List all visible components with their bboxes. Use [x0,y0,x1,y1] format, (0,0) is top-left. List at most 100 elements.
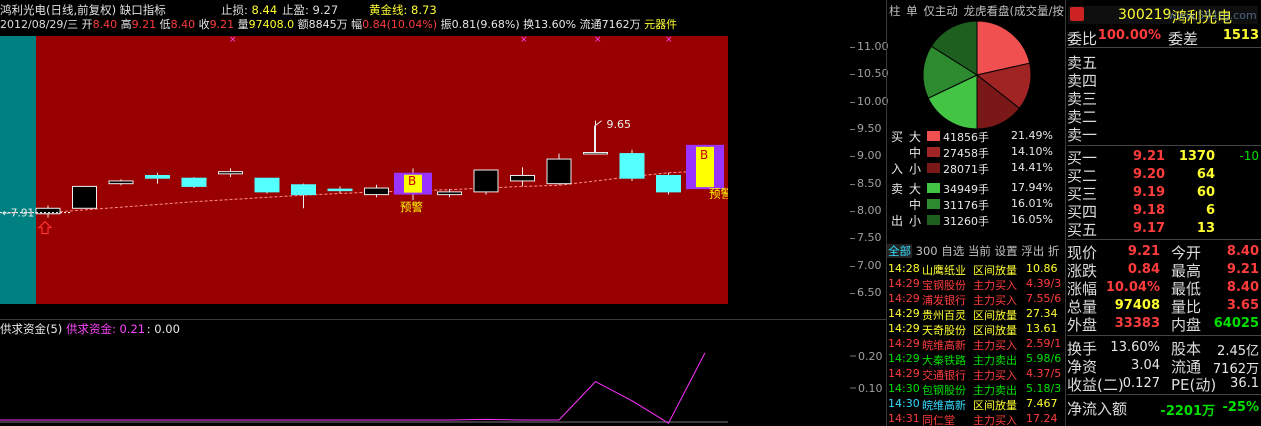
candle-body [437,191,462,196]
quote-stat-label: 收益(二) [1067,376,1124,394]
axis-tick-mark [850,238,855,240]
alert-value: 4.39/3 [1026,277,1062,290]
bid-volume: 1370 [1178,149,1215,164]
price-axis-tick: 6.50 [857,286,882,300]
alert-action: 区间放量 [973,264,1017,277]
warning-label: 预警 [709,186,728,200]
alert-time: 14:29 [888,292,920,305]
tab-single[interactable]: 单 [906,4,918,18]
axis-tick-mark [850,128,855,130]
alert-time: 14:30 [888,382,920,395]
take-profit-label: 止盈: [282,3,309,17]
flow-color-swatch [927,183,940,193]
alert-time: 14:30 [888,397,920,410]
quote-stat-value: 33383 [1114,316,1160,331]
tab-active-only[interactable]: 仅主动 [923,4,958,18]
bid-price: 9.20 [1133,167,1166,182]
candle-body [364,187,389,196]
price-axis: 11.00 10.50 10.00 9.50 9.00 8.50 8.00 7.50 7.00 6… [830,36,889,304]
quote-stat-value: 8.40 [1226,244,1259,259]
price-axis-tick: 8.50 [857,176,882,190]
tab-300[interactable]: 300 [916,244,938,258]
alert-value: 17.24 [1026,412,1058,425]
watermark: www.591tg.com [1168,9,1257,22]
capital-flow-table: 买大 41856手 21.49% 中 27458手 14.10% 入小 28071手 14.41… [887,128,1065,240]
alert-stock-name: 大秦铁路 [922,354,966,367]
price-axis-tick: 10.50 [857,67,889,81]
alert-action: 主力买入 [973,279,1017,292]
flow-color-swatch [927,199,940,209]
row-separator [1067,239,1261,240]
order-ratio-value2: 1513 [1222,28,1259,43]
net-inflow-label: 净流入额 [1067,400,1128,418]
tab-watchlist[interactable]: 自选 [941,244,964,258]
tab-settings[interactable]: 设置 [995,244,1018,258]
alert-time: 14:29 [888,322,920,335]
flow-volume: 34949手 [943,183,989,196]
price-axis-tick: 11.00 [857,39,889,53]
flow-side-label: 出 [891,214,904,228]
alert-value: 2.59/1 [1026,337,1062,350]
candle-body [327,188,353,192]
flow-side-label: 入 [891,162,904,176]
indicator-line [0,352,706,424]
gold-line-series [10,170,706,214]
tab-current[interactable]: 当前 [968,244,991,258]
alert-stock-name: 浦发银行 [922,294,966,307]
tab-longhu[interactable]: 龙虎看盘(成交量/按 [963,4,1063,18]
candle-body [583,151,608,155]
alert-action: 区间放量 [973,324,1017,337]
gold-line-label: 黄金线: [369,3,408,17]
net-inflow-pct: -25% [1222,400,1259,415]
alert-stock-name: 天奇股份 [922,324,966,337]
bid-price: 9.19 [1133,185,1166,200]
bid-volume: 6 [1205,203,1215,218]
tab-fold[interactable]: 折 [1048,244,1060,258]
flow-side-label: 卖 [891,182,904,196]
alert-value: 7.467 [1026,397,1058,410]
price-axis-tick: 9.00 [857,149,882,163]
quote-stat-value: 36.1 [1230,376,1259,391]
quote-stat-value: 97408 [1114,298,1160,313]
row-separator [1067,394,1261,395]
quote-stat-value: 13.60% [1110,340,1160,355]
candlestick-chart[interactable]: BB预警预警9.65←7.91× × × × [0,30,728,320]
tab-all[interactable]: 全部 [887,244,912,258]
stock-code: 300219 [1118,7,1172,23]
quote-panel: 委比 100.00% 委差 1513 卖五 卖四 卖三 卖二 卖一 买一 9.21 1370 -10 买二… [1067,28,1261,426]
flow-side-label: 买 [891,130,904,144]
axis-tick-mark [850,265,855,267]
flow-size-label: 小 [909,214,922,228]
alert-action: 主力卖出 [973,354,1017,367]
axis-tick-mark [850,74,855,76]
candle-body [291,184,316,196]
alert-stock-name: 皖维高新 [922,339,966,352]
alert-value: 13.61 [1026,322,1058,335]
candle-body [218,171,243,175]
flow-size-label: 大 [909,182,922,196]
indicator-chart[interactable]: 0.20 0.10 [0,320,886,426]
quote-stat-value: 64025 [1213,316,1259,331]
candle-body [181,177,207,187]
tab-float[interactable]: 浮出 [1021,244,1044,258]
candle-body [254,177,280,193]
price-axis-tick: 9.50 [857,121,882,135]
axis-tick-mark [850,211,855,213]
alert-action: 主力买入 [973,339,1017,352]
tab-bar-chart[interactable]: 柱 [889,4,901,18]
alert-stock-name: 交通银行 [922,369,966,382]
candle-body [510,174,535,182]
alert-stock-name: 包钢股份 [922,384,966,397]
alert-value: 5.98/6 [1026,352,1062,365]
alert-stock-name: 同仁堂 [922,414,955,426]
alert-time: 14:29 [888,352,920,365]
alert-action: 区间放量 [973,399,1017,412]
candle-body [145,174,170,179]
quote-stat-value: 0.127 [1122,376,1160,391]
flow-color-swatch [927,215,940,225]
alert-value: 27.34 [1026,307,1058,320]
order-ratio-value: 100.00% [1097,28,1161,43]
chart-header-row2: 2012/08/29/三 开8.40 高9.21 低8.40 收9.21 量97… [0,16,886,31]
flow-color-swatch [927,147,940,157]
flow-volume: 28071手 [943,163,989,176]
